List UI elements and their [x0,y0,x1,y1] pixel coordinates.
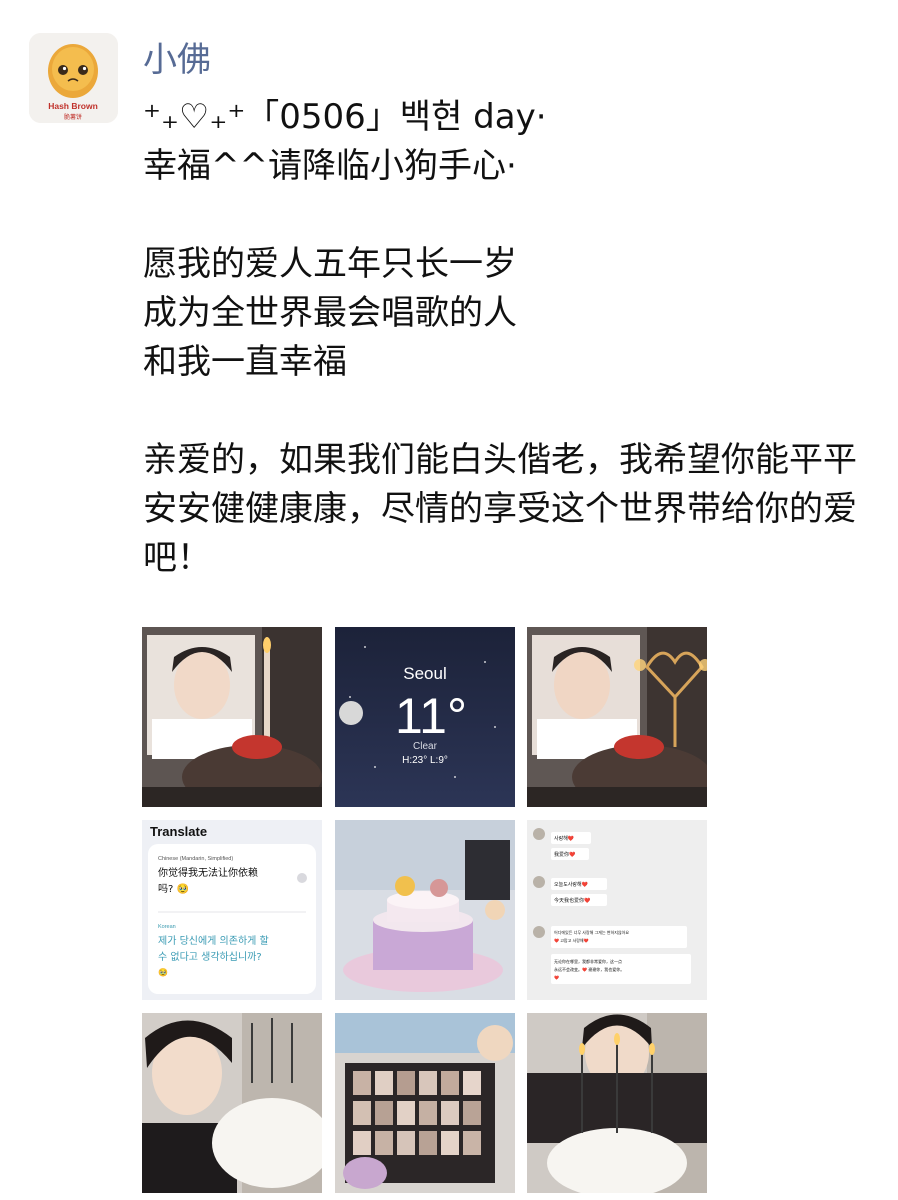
hash-brown-avatar-icon: Hash Brown 脆薯饼 [29,33,118,123]
translate-title: Translate [150,824,207,839]
moment-post: Hash Brown 脆薯饼 小佛 ⁺₊♡₊⁺「0506」백현 day· 幸福^… [0,0,898,1200]
svg-text:吗? 🥹: 吗? 🥹 [158,883,189,895]
weather-city: Seoul [403,664,446,683]
translate-target-lang: Korean [158,924,176,930]
photo-photocards[interactable] [335,1013,515,1193]
svg-text:❤️: ❤️ [554,975,559,980]
text-line: 幸福^^请降临小狗手心· [143,146,517,186]
text-line: 成为全世界最会唱歌的人 [143,293,517,333]
text-paragraph: 亲爱的，如果我们能白头偕老，我希望你能平平安安健健康康，尽情的享受这个世界带给你… [143,440,857,578]
photo-grid: Seoul 11° Clear H:23° L:9° Translate Chi… [142,627,708,1193]
post-text: ⁺₊♡₊⁺「0506」백현 day· 幸福^^请降临小狗手心· 愿我的爱人五年只… [143,93,883,583]
avatar-label: Hash Brown [48,101,98,111]
translate-source-lang: Chinese (Mandarin, Simplified) [158,856,233,862]
chat-message: 今天我也爱你❤️ [554,897,591,904]
chat-message: 사랑해❤️ [554,835,575,842]
chat-message: 오늘도사랑해❤️ [554,881,589,888]
photo-chat[interactable]: 사랑해❤️ 我爱你❤️ 오늘도사랑해❤️ 今天我也爱你❤️ 어디에있든 너무 사… [527,820,707,1000]
svg-text:❤️ 고맙고 사랑해❤️: ❤️ 고맙고 사랑해❤️ [554,937,589,943]
avatar-sublabel: 脆薯饼 [64,113,82,121]
photo-weather[interactable]: Seoul 11° Clear H:23° L:9° [335,627,515,807]
text-line: 愿我的爱人五年只长一岁 [143,244,517,284]
photo-translate[interactable]: Translate Chinese (Mandarin, Simplified)… [142,820,322,1000]
svg-text:永远不会改变。❤️ 谢谢你，我也爱你。: 永远不会改变。❤️ 谢谢你，我也爱你。 [554,966,624,972]
photo-candle-cake[interactable] [527,1013,707,1193]
svg-text:无论你在哪里，我都非常爱你，这一点: 无论你在哪里，我都非常爱你，这一点 [554,958,622,964]
svg-text:제가 당신에게 의존하게 할: 제가 당신에게 의존하게 할 [158,934,269,947]
photo-selfie-cake[interactable] [142,1013,322,1193]
svg-text:어디에있든 너무 사랑해 그게는 변하지않아요: 어디에있든 너무 사랑해 그게는 변하지않아요 [554,929,629,935]
weather-temp: 11° [395,688,467,744]
chat-message: 我爱你❤️ [554,851,576,858]
author-name[interactable]: 小佛 [143,38,211,82]
svg-text:你觉得我无法让你依赖: 你觉得我无法让你依赖 [158,866,258,879]
weather-condition: Clear [413,741,438,752]
svg-text:수 없다고 생각하십니까?: 수 없다고 생각하십니까? [158,950,262,963]
weather-range: H:23° L:9° [402,755,448,766]
avatar[interactable]: Hash Brown 脆薯饼 [29,33,118,123]
text-line: ⁺₊♡₊⁺「0506」백현 day· [143,97,547,137]
photo-birthday-portrait[interactable] [142,627,322,807]
photo-cake[interactable] [335,820,515,1000]
photo-birthday-heart[interactable] [527,627,707,807]
svg-text:🥹: 🥹 [158,968,168,977]
text-line: 和我一直幸福 [143,342,347,382]
